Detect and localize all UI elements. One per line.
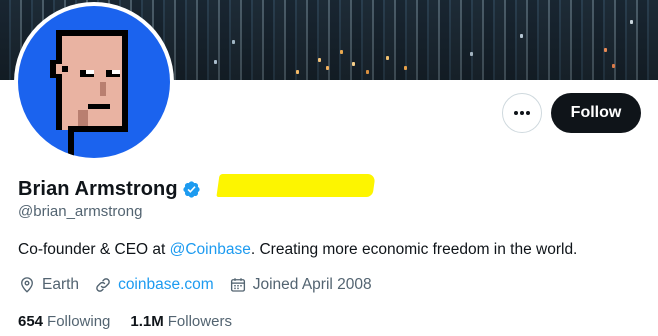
banner-window-light — [366, 70, 369, 74]
profile-meta-row: Earth coinbase.com Joined April 2008 — [18, 275, 387, 295]
website-link[interactable]: coinbase.com — [118, 276, 214, 294]
bio-prefix: Co-founder & CEO at — [18, 241, 170, 258]
pixel-portrait-icon — [50, 30, 128, 158]
banner-window-light — [520, 34, 523, 38]
banner-window-light — [214, 60, 217, 64]
followers-count: 1.1M — [130, 313, 164, 330]
banner-window-light — [318, 58, 321, 62]
banner-window-light — [352, 62, 355, 66]
banner-window-light — [340, 50, 343, 54]
banner-window-light — [604, 48, 607, 52]
banner-window-light — [326, 66, 329, 70]
profile-name-row: Brian Armstrong — [18, 176, 201, 202]
profile-handle: @brian_armstrong — [18, 203, 143, 220]
avatar-image — [18, 6, 170, 158]
banner-window-light — [612, 64, 615, 68]
calendar-icon — [230, 278, 245, 292]
banner-window-light — [630, 20, 633, 24]
following-count: 654 — [18, 313, 44, 330]
location-pin-icon — [21, 277, 33, 293]
follow-button[interactable]: Follow — [551, 93, 641, 133]
link-icon — [96, 278, 110, 292]
banner-window-light — [386, 56, 389, 60]
followers-label: Followers — [167, 313, 232, 330]
profile-bio: Co-founder & CEO at @Coinbase. Creating … — [18, 241, 577, 259]
display-name: Brian Armstrong — [18, 177, 178, 200]
location-item: Earth — [18, 276, 79, 294]
banner-window-light — [296, 70, 299, 74]
followers-stat-link[interactable]: 1.1M Followers — [130, 313, 232, 330]
verified-badge-icon[interactable] — [182, 180, 201, 199]
banner-window-light — [232, 40, 235, 44]
more-horizontal-icon — [514, 111, 530, 115]
following-stat-link[interactable]: 654 Following — [18, 313, 110, 330]
joined-date-text: Joined April 2008 — [252, 276, 372, 293]
website-item[interactable]: coinbase.com — [94, 276, 214, 294]
joined-item: Joined April 2008 — [229, 276, 372, 294]
banner-window-light — [404, 66, 407, 70]
more-options-button[interactable] — [502, 93, 542, 133]
following-label: Following — [47, 313, 111, 330]
redaction-highlight — [216, 174, 376, 197]
location-text: Earth — [42, 276, 80, 293]
avatar[interactable] — [14, 2, 174, 162]
profile-stats-row: 654 Following 1.1M Followers — [18, 313, 252, 330]
bio-mention-link[interactable]: @Coinbase — [170, 241, 251, 258]
banner-window-light — [470, 52, 473, 56]
bio-suffix: . Creating more economic freedom in the … — [250, 241, 578, 258]
